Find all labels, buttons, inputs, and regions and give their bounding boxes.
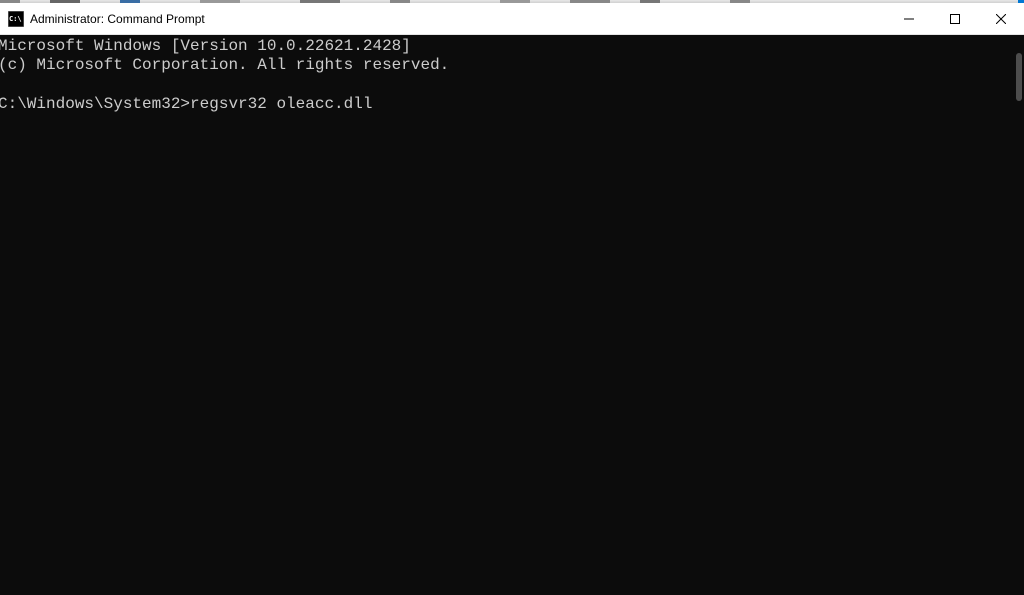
scrollbar-thumb[interactable] (1016, 53, 1022, 101)
cmd-icon: C:\ (8, 11, 24, 27)
terminal-output[interactable]: Microsoft Windows [Version 10.0.22621.24… (0, 35, 1024, 595)
title-bar-left: C:\ Administrator: Command Prompt (8, 11, 205, 27)
command-text: regsvr32 oleacc.dll (190, 95, 372, 113)
close-button[interactable] (978, 3, 1024, 35)
scrollbar-track[interactable] (1008, 35, 1024, 595)
maximize-icon (950, 14, 960, 24)
svg-text:C:\: C:\ (9, 15, 22, 23)
copyright-line: (c) Microsoft Corporation. All rights re… (0, 56, 449, 74)
maximize-button[interactable] (932, 3, 978, 35)
version-line: Microsoft Windows [Version 10.0.22621.24… (0, 37, 411, 55)
prompt-text: C:\Windows\System32> (0, 95, 190, 113)
window-title: Administrator: Command Prompt (30, 12, 205, 26)
title-bar[interactable]: C:\ Administrator: Command Prompt (0, 3, 1024, 35)
window-controls (886, 3, 1024, 35)
close-icon (996, 14, 1006, 24)
minimize-button[interactable] (886, 3, 932, 35)
command-prompt-window: C:\ Administrator: Command Prompt (0, 3, 1024, 595)
minimize-icon (904, 14, 914, 24)
